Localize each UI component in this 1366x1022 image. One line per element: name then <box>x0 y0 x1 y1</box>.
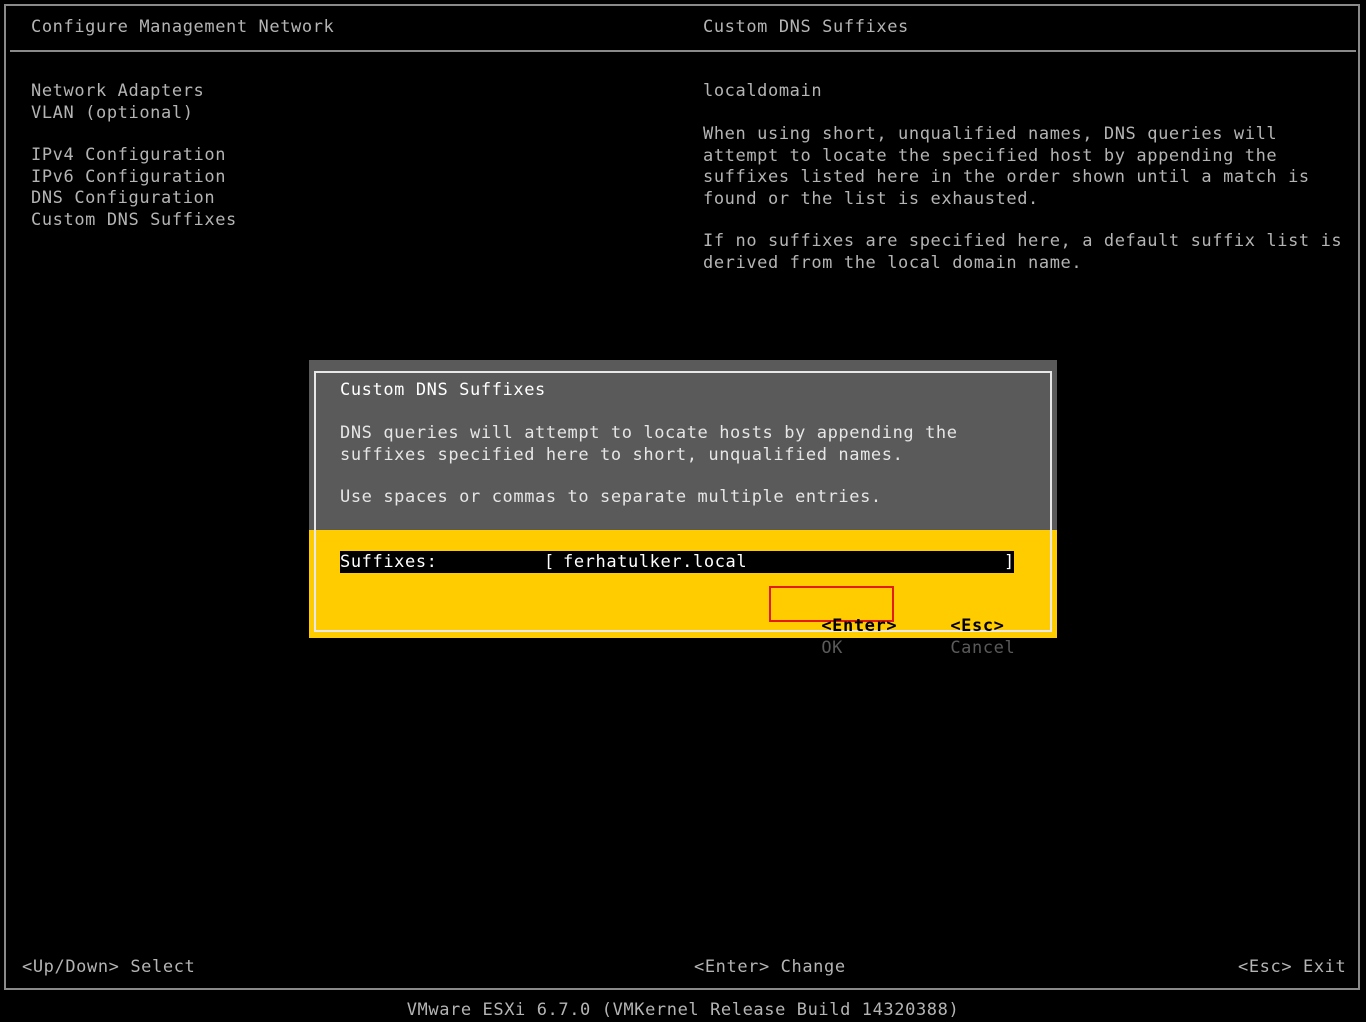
menu-item-ipv6[interactable]: IPv6 Configuration <box>31 167 226 189</box>
hint-exit: <Esc> Exit <box>1238 957 1347 977</box>
menu-item-dns[interactable]: DNS Configuration <box>31 188 215 210</box>
suffixes-value[interactable]: ferhatulker.local <box>563 551 747 573</box>
build-info: VMware ESXi 6.7.0 (VMKernel Release Buil… <box>406 1000 960 1020</box>
menu-item-ipv4[interactable]: IPv4 Configuration <box>31 145 226 167</box>
detail-text-line: found or the list is exhausted. <box>703 188 1039 209</box>
cancel-key: <Esc> <box>950 616 1005 636</box>
menu-item-vlan[interactable]: VLAN (optional) <box>31 103 194 125</box>
field-close-bracket: ] <box>1004 552 1015 572</box>
dialog-title: Custom DNS Suffixes <box>340 380 546 400</box>
suffixes-label: Suffixes: <box>340 552 438 572</box>
hint-change: <Enter> Change <box>694 957 846 977</box>
detail-text-line: If no suffixes are specified here, a def… <box>703 231 1343 251</box>
ok-key: <Enter> <box>821 616 898 636</box>
current-suffix-value: localdomain <box>703 81 823 101</box>
custom-dns-suffixes-dialog: Custom DNS Suffixes DNS queries will att… <box>309 360 1057 658</box>
dialog-hint: Use spaces or commas to separate multipl… <box>340 487 882 507</box>
ok-button[interactable]: <Enter> OK <box>778 593 897 681</box>
hint-select: <Up/Down> Select <box>22 957 196 977</box>
cancel-label: Cancel <box>950 638 1016 658</box>
detail-text-line: suffixes listed here in the order shown … <box>703 167 1310 187</box>
detail-text-line: When using short, unqualified names, DNS… <box>703 124 1278 144</box>
left-panel-title: Configure Management Network <box>31 17 335 37</box>
suffixes-input[interactable]: Suffixes: [ ferhatulker.local ] <box>340 551 1014 573</box>
dialog-description-line: suffixes specified here to short, unqual… <box>340 444 904 465</box>
dialog-description-line: DNS queries will attempt to locate hosts… <box>340 423 958 443</box>
field-open-bracket: [ <box>544 552 555 572</box>
header-divider <box>10 50 1356 52</box>
detail-text-line: attempt to locate the specified host by … <box>703 145 1278 166</box>
menu-item-network-adapters[interactable]: Network Adapters <box>31 81 204 103</box>
cancel-button[interactable]: <Esc> Cancel <box>907 593 1015 681</box>
detail-text-line: derived from the local domain name. <box>703 252 1083 273</box>
menu-item-custom-dns-suffixes[interactable]: Custom DNS Suffixes <box>31 210 237 232</box>
right-panel-title: Custom DNS Suffixes <box>703 17 909 37</box>
ok-label: OK <box>821 638 844 658</box>
